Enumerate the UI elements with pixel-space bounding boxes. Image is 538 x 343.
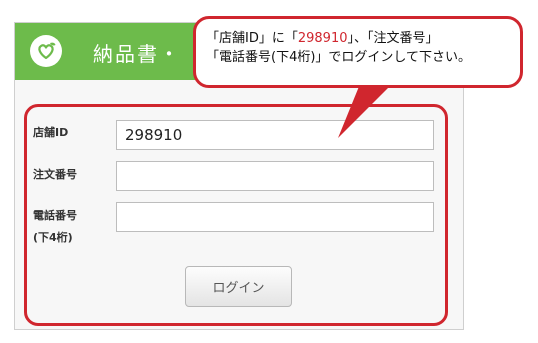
callout-line-2: 「電話番号(下4桁)」でログインして下さい。 (206, 50, 472, 65)
callout-text-pre: 「店舗ID」に「 (206, 31, 298, 46)
callout-text-post: 」、「注文番号」 (347, 31, 439, 46)
instruction-callout: 「店舗ID」に「298910」、「注文番号」 「電話番号(下4桁)」でログインし… (193, 16, 523, 88)
callout-line-1: 「店舗ID」に「298910」、「注文番号」 (206, 29, 520, 48)
callout-store-id-highlight: 298910 (297, 31, 348, 46)
